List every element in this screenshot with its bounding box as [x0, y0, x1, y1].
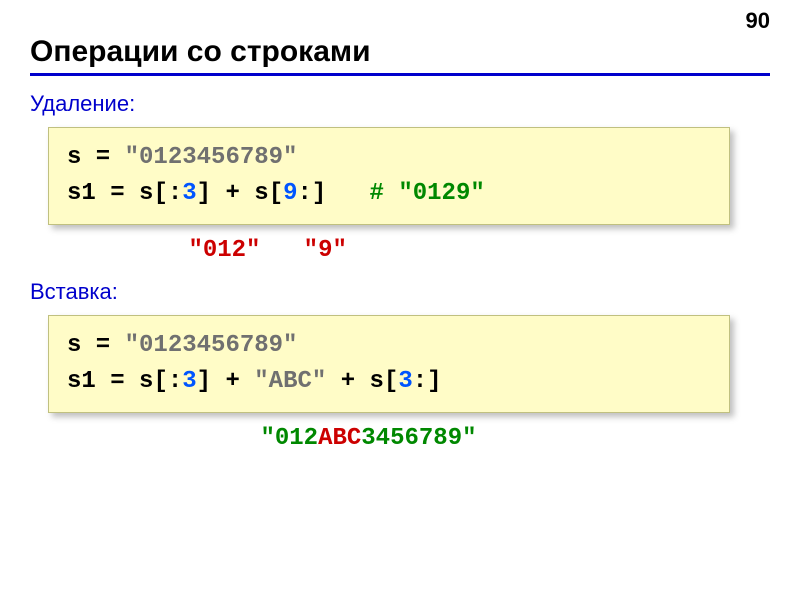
- code-token: s: [67, 144, 81, 171]
- code-token: s: [370, 368, 384, 395]
- code-token: +: [211, 368, 254, 395]
- code-token: ]: [197, 368, 211, 395]
- code-comment: # "0129": [370, 180, 485, 207]
- insertion-label: Вставка:: [30, 279, 770, 305]
- annotation-part: "9": [304, 237, 347, 264]
- gap: [260, 237, 303, 264]
- code-token: [:: [153, 368, 182, 395]
- code-token: s1: [67, 180, 96, 207]
- result-part: 3456789: [361, 425, 462, 452]
- code-line: s1 = s[:3] + "ABC" + s[3:]: [67, 364, 711, 400]
- deletion-label: Удаление:: [30, 91, 770, 117]
- code-token: :]: [298, 180, 327, 207]
- code-token: 3: [182, 368, 196, 395]
- code-token: +: [211, 180, 254, 207]
- deletion-code-box: s = "0123456789" s1 = s[:3] + s[9:] # "0…: [48, 127, 730, 225]
- code-token: [326, 180, 369, 207]
- code-token: s: [139, 368, 153, 395]
- code-token: ]: [197, 180, 211, 207]
- code-token: 3: [398, 368, 412, 395]
- code-token: [:: [153, 180, 182, 207]
- result-quote: ": [260, 425, 274, 452]
- code-token: =: [96, 368, 139, 395]
- deletion-annotation: "012" "9": [30, 237, 770, 264]
- code-token: s: [254, 180, 268, 207]
- code-token: =: [81, 144, 124, 171]
- code-token: =: [81, 332, 124, 359]
- indent: [30, 425, 260, 452]
- indent: [30, 237, 188, 264]
- result-part: ABC: [318, 425, 361, 452]
- code-token: 3: [182, 180, 196, 207]
- code-line: s = "0123456789": [67, 140, 711, 176]
- slide-title: Операции со строками: [30, 35, 770, 76]
- page-number: 90: [746, 8, 770, 34]
- insertion-code-box: s = "0123456789" s1 = s[:3] + "ABC" + s[…: [48, 315, 730, 413]
- code-token: [: [269, 180, 283, 207]
- result-quote: ": [462, 425, 476, 452]
- code-token: s1: [67, 368, 96, 395]
- code-token: +: [326, 368, 369, 395]
- code-token: :]: [413, 368, 442, 395]
- code-token: s: [67, 332, 81, 359]
- code-token: "0123456789": [125, 332, 298, 359]
- code-token: "ABC": [254, 368, 326, 395]
- code-token: =: [96, 180, 139, 207]
- result-part: 012: [275, 425, 318, 452]
- insertion-result: "012ABC3456789": [30, 425, 770, 452]
- code-token: s: [139, 180, 153, 207]
- code-token: 9: [283, 180, 297, 207]
- annotation-part: "012": [188, 237, 260, 264]
- code-token: "0123456789": [125, 144, 298, 171]
- code-token: [: [384, 368, 398, 395]
- code-line: s1 = s[:3] + s[9:] # "0129": [67, 176, 711, 212]
- code-line: s = "0123456789": [67, 328, 711, 364]
